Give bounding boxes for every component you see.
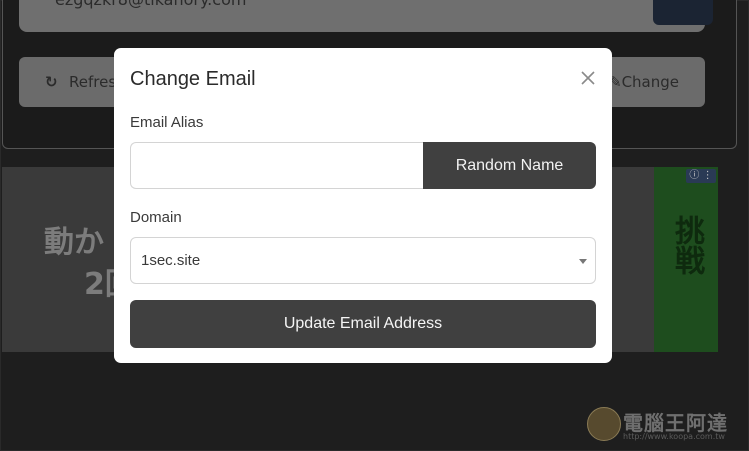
adchoices-icon: ⓘ ⋮ <box>686 169 716 183</box>
background-email-field: ezgqzkr8@tikanory.com <box>19 0 713 32</box>
close-icon[interactable] <box>576 66 600 90</box>
modal-title: Change Email <box>130 68 256 90</box>
domain-select[interactable]: 1sec.site <box>130 237 596 284</box>
email-alias-group: Random Name <box>130 142 596 189</box>
watermark-logo-icon <box>587 407 621 441</box>
refresh-icon: ↻ <box>45 73 58 91</box>
domain-label: Domain <box>130 209 182 226</box>
close-icon-glyph <box>581 71 595 85</box>
email-alias-input[interactable] <box>130 142 423 189</box>
change-email-modal: Change Email Email Alias Random Name Dom… <box>114 48 612 363</box>
ad-text-line1: 動か <box>44 225 104 260</box>
ad-cta-text: 挑戦 <box>669 215 704 275</box>
domain-selected-value: 1sec.site <box>141 252 201 269</box>
background-email-text: ezgqzkr8@tikanory.com <box>55 0 246 9</box>
background-change-button: ✎ Change <box>603 57 705 107</box>
email-alias-label: Email Alias <box>130 114 204 131</box>
background-change-label: Change <box>621 73 679 91</box>
update-email-button[interactable]: Update Email Address <box>130 300 596 348</box>
background-copy-button <box>653 0 713 25</box>
watermark-url: http://www.koopa.com.tw <box>623 432 725 441</box>
watermark: 電腦王阿達 http://www.koopa.com.tw <box>587 405 737 443</box>
random-name-button[interactable]: Random Name <box>423 142 596 189</box>
chevron-down-icon <box>579 259 587 264</box>
modal-header-divider <box>114 105 612 106</box>
ad-cta-panel: ⓘ ⋮ 挑戦 <box>654 167 718 352</box>
